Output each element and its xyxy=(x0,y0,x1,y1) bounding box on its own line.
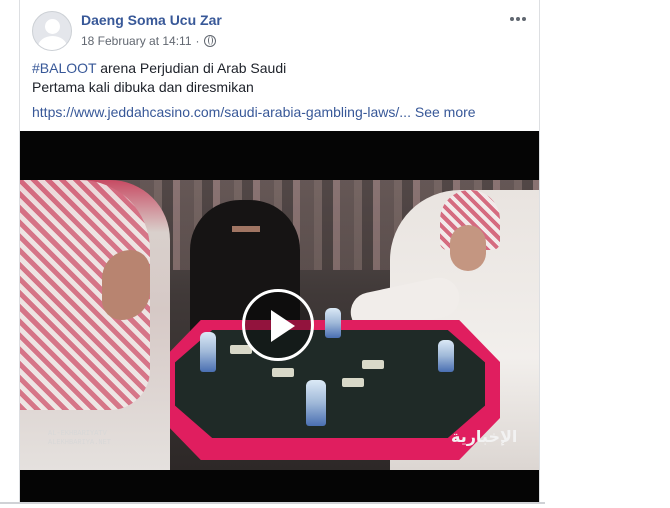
woman-eyes xyxy=(232,226,260,232)
video-player[interactable]: AL-EKHBARIYATV ALEKHBARIYA.NET الإخبارية xyxy=(20,131,539,502)
channel-logo-arabic: الإخبارية xyxy=(451,427,518,446)
bottom-divider xyxy=(0,502,545,504)
water-bottle xyxy=(200,332,216,372)
playing-card xyxy=(362,360,384,369)
post-text-line-1: #BALOOT arena Perjudian di Arab Saudi xyxy=(32,60,286,76)
left-man-face xyxy=(102,250,150,320)
water-bottle xyxy=(325,308,341,338)
left-man-figure xyxy=(20,180,170,470)
playing-card xyxy=(272,368,294,377)
water-bottle xyxy=(306,380,326,426)
globe-icon[interactable] xyxy=(203,35,216,47)
author-avatar[interactable] xyxy=(32,11,72,51)
more-dot xyxy=(510,17,514,21)
external-link[interactable]: https://www.jeddahcasino.com/saudi-arabi… xyxy=(32,104,411,120)
water-bottle xyxy=(438,340,454,372)
post-meta: 18 February at 14:11 · xyxy=(81,34,216,48)
more-dot xyxy=(522,17,526,21)
channel-watermark-left: AL-EKHBARIYATV ALEKHBARIYA.NET xyxy=(48,430,111,448)
see-more-link[interactable]: See more xyxy=(415,104,476,120)
play-icon[interactable] xyxy=(242,289,314,361)
avatar-head-shape xyxy=(45,19,60,34)
watermark-line-1: AL-EKHBARIYATV xyxy=(48,430,107,438)
post-timestamp[interactable]: 18 February at 14:11 xyxy=(81,34,192,48)
right-man-face xyxy=(450,225,486,271)
meta-separator: · xyxy=(195,34,200,48)
post-link-line: https://www.jeddahcasino.com/saudi-arabi… xyxy=(32,104,476,120)
more-dot xyxy=(516,17,520,21)
hashtag-link[interactable]: #BALOOT xyxy=(32,60,96,76)
author-name[interactable]: Daeng Soma Ucu Zar xyxy=(81,12,222,28)
post-text-line-2: Pertama kali dibuka dan diresmikan xyxy=(32,79,254,95)
more-options-icon[interactable] xyxy=(506,10,530,28)
watermark-line-2: ALEKHBARIYA.NET xyxy=(48,439,112,447)
post-card: Daeng Soma Ucu Zar 18 February at 14:11 … xyxy=(19,0,540,502)
post-text-rest: arena Perjudian di Arab Saudi xyxy=(96,60,287,76)
avatar-body-shape xyxy=(38,36,67,50)
playing-card xyxy=(342,378,364,387)
play-triangle xyxy=(271,310,295,342)
